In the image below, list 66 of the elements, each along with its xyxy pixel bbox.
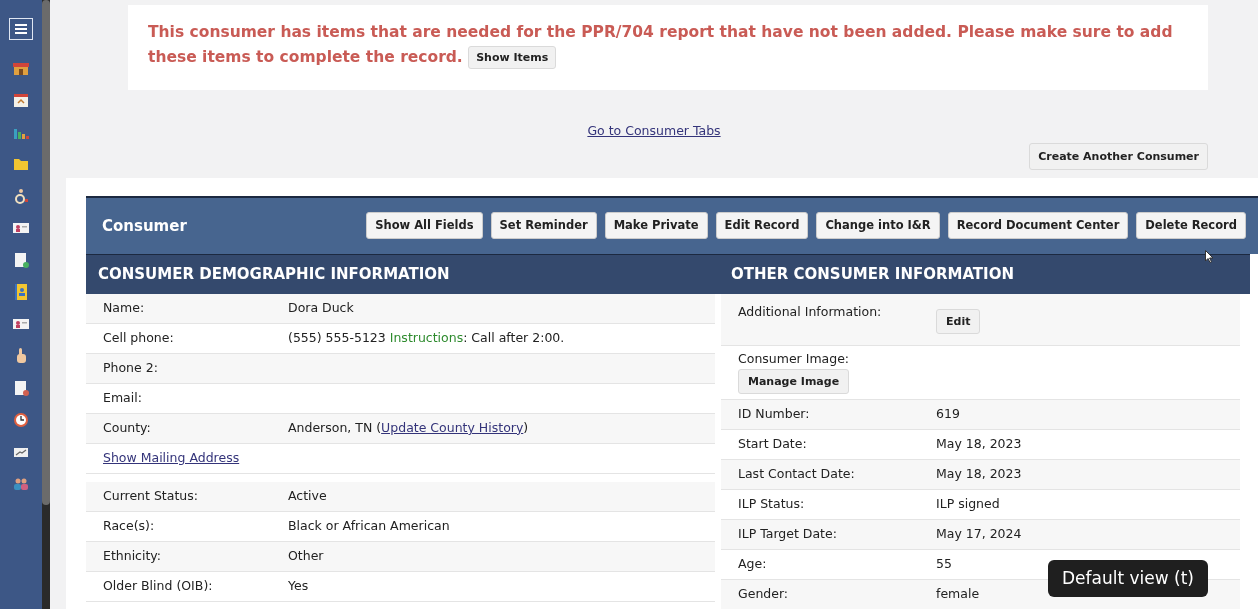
field-label: Email: — [103, 388, 143, 407]
field-label: Start Date: — [738, 434, 808, 453]
people-icon[interactable] — [13, 476, 29, 492]
create-consumer-button[interactable]: Create Another Consumer — [1029, 142, 1208, 170]
field-value: May 18, 2023 — [936, 464, 1022, 483]
field-label: Last Contact Date: — [738, 464, 856, 483]
field-label: Age: — [738, 554, 768, 573]
field-label: County: — [103, 418, 152, 437]
field-label: ILP Target Date: — [738, 524, 838, 543]
warning-message: This consumer has items that are needed for the PPR/704 report that have not been added. Please make sure to add these items to complete the record. Show Items — [148, 20, 1188, 70]
field-label: Consumer Image: — [738, 350, 850, 369]
county-history-link[interactable]: Update County History — [381, 419, 524, 435]
field-value: 55 — [936, 554, 952, 573]
clock-icon[interactable] — [13, 412, 29, 428]
section-heading: CONSUMER DEMOGRAPHIC INFORMATION — [98, 264, 450, 285]
field-value: ILP signed — [936, 494, 1000, 513]
mailing-address-link[interactable]: Show Mailing Address — [103, 448, 240, 468]
tooltip: Default view (t) — [1048, 559, 1208, 597]
field-label: Gender: — [738, 584, 790, 603]
document-icon[interactable] — [13, 380, 29, 396]
panel-title: Consumer — [102, 215, 187, 237]
id-card-icon[interactable] — [13, 220, 29, 236]
folder-icon[interactable] — [13, 156, 29, 172]
field-value: Other — [288, 546, 324, 565]
id-card-icon[interactable] — [13, 316, 29, 332]
document-icon[interactable] — [13, 252, 29, 268]
field-label: Phone 2: — [103, 358, 159, 377]
section-heading: OTHER CONSUMER INFORMATION — [731, 264, 1014, 285]
show-items-button[interactable]: Show Items — [468, 46, 557, 69]
toolbar-button[interactable]: Delete Record — [1136, 212, 1246, 240]
toolbar-button[interactable]: Show All Fields — [366, 212, 483, 240]
menu-button[interactable] — [9, 18, 33, 40]
field-value: Yes — [288, 576, 309, 595]
field-value: Active — [288, 486, 327, 505]
manage-image-button[interactable]: Manage Image — [738, 369, 850, 395]
toolbar-button[interactable]: Edit Record — [715, 212, 809, 240]
field-label: ILP Status: — [738, 494, 806, 513]
wheelchair-icon[interactable] — [13, 188, 29, 204]
field-label: Cell phone: — [103, 328, 175, 347]
scrollbar-thumb[interactable] — [42, 0, 50, 505]
consumer-tabs-link[interactable]: Go to Consumer Tabs — [587, 123, 721, 138]
field-value: female — [936, 584, 980, 603]
field-label: Ethnicity: — [103, 546, 163, 565]
menu-icon — [15, 24, 27, 34]
toolbar-button[interactable]: Record Document Center — [947, 212, 1129, 240]
field-label: Additional Information: — [738, 302, 883, 321]
field-label: Current Status: — [103, 486, 199, 505]
field-value: Black or African American — [288, 516, 450, 535]
field-value: May 17, 2024 — [936, 524, 1022, 543]
toolbar-button[interactable]: Change into I&R — [816, 212, 940, 240]
field-value: Anderson, TN (Update County History) — [288, 418, 529, 437]
field-label: Older Blind (OIB): — [103, 576, 214, 595]
edit-button[interactable]: Edit — [936, 308, 981, 334]
field-value: 619 — [936, 404, 960, 423]
field-label: ID Number: — [738, 404, 811, 423]
field-value: May 18, 2023 — [936, 434, 1022, 453]
field-label: Race(s): — [103, 516, 156, 535]
cursor-icon — [1205, 250, 1214, 263]
toolbar-button[interactable]: Make Private — [604, 212, 708, 240]
store-icon[interactable] — [13, 60, 29, 76]
field-value: Dora Duck — [288, 298, 354, 317]
contact-book-icon[interactable] — [13, 284, 29, 300]
calendar-icon[interactable] — [13, 92, 29, 108]
field-label: Name: — [103, 298, 146, 317]
toolbar-button[interactable]: Set Reminder — [490, 212, 597, 240]
field-value: (555) 555-5123 Instructions: Call after 2:00. — [288, 328, 565, 347]
